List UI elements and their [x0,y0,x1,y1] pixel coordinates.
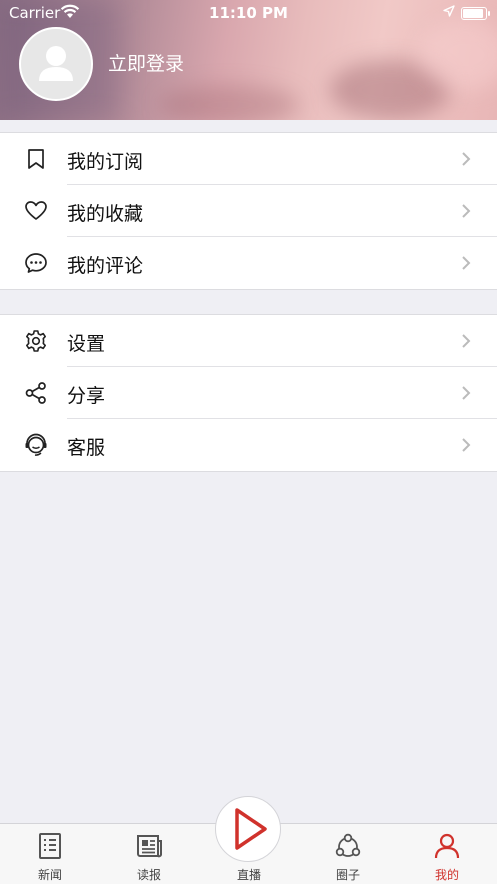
tab-news[interactable]: 新闻 [0,824,100,884]
menu-group-general: 设置 分享 客服 [0,314,497,472]
login-link[interactable]: 立即登录 [108,49,184,76]
avatar[interactable] [19,27,93,101]
headset-icon [25,433,47,456]
menu-item-subscriptions[interactable]: 我的订阅 [0,133,497,185]
location-arrow-icon [443,5,455,17]
tab-label: 新闻 [37,868,62,882]
heart-icon [25,201,47,220]
menu-item-comments[interactable]: 我的评论 [0,237,497,289]
menu-item-customer-service[interactable]: 客服 [0,419,497,471]
gear-icon [26,330,46,352]
news-list-icon [39,833,61,859]
menu-item-label: 我的订阅 [67,151,144,173]
chevron-right-icon [462,386,471,400]
tab-circles[interactable]: 圈子 [298,824,398,884]
circle-group-icon [335,833,361,857]
chevron-right-icon [462,204,471,218]
menu-item-share[interactable]: 分享 [0,367,497,419]
tab-live-label: 直播 [236,868,261,882]
chevron-right-icon [462,438,471,452]
avatar-placeholder-icon [39,46,73,81]
tab-label: 圈子 [335,868,360,882]
status-bar: Carrier 11:10 PM [0,0,497,26]
profile-header: Carrier 11:10 PM 立即登录 [0,0,497,120]
tab-label: 我的 [434,868,459,882]
menu-item-label: 我的评论 [67,255,144,277]
person-icon [434,833,460,859]
chevron-right-icon [462,256,471,270]
status-time: 11:10 PM [209,4,288,22]
comment-icon [25,253,47,273]
menu-item-label: 设置 [67,333,106,355]
tab-label: 读报 [136,868,161,882]
bookmark-icon [28,149,44,169]
battery-icon [461,7,490,20]
menu-item-settings[interactable]: 设置 [0,315,497,367]
menu-item-label: 分享 [67,385,106,407]
menu-item-label: 我的收藏 [67,203,144,225]
chevron-right-icon [462,152,471,166]
tab-newspaper[interactable]: 读报 [99,824,199,884]
menu-item-favorites[interactable]: 我的收藏 [0,185,497,237]
newspaper-icon [137,835,162,858]
menu-item-label: 客服 [67,437,106,459]
tab-live-button[interactable] [215,796,281,862]
play-icon [235,808,267,850]
tab-mine[interactable]: 我的 [397,824,497,884]
menu-group-personal: 我的订阅 我的收藏 我的评论 [0,132,497,290]
chevron-right-icon [462,334,471,348]
share-icon [25,382,46,404]
